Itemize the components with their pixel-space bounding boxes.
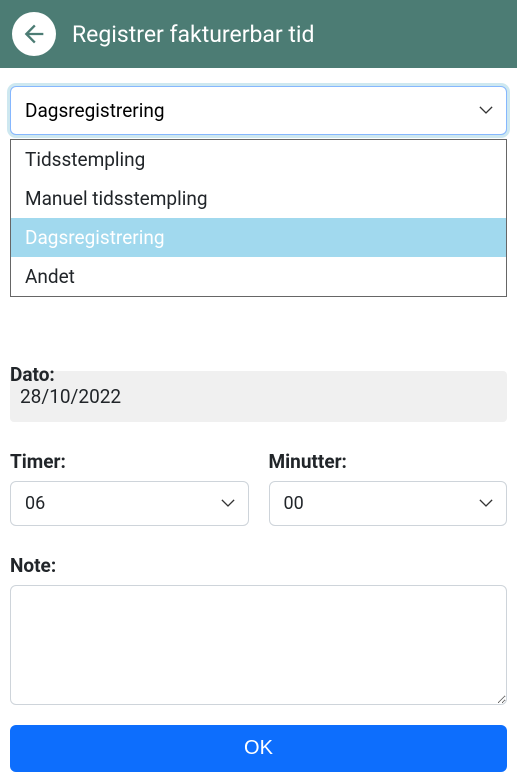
- dropdown-option-tidsstempling[interactable]: Tidsstempling: [11, 140, 506, 179]
- hours-label: Timer:: [10, 450, 249, 473]
- page-title: Registrer fakturerbar tid: [72, 21, 315, 48]
- dropdown-option-dagsregistrering[interactable]: Dagsregistrering: [11, 218, 506, 257]
- type-dropdown-panel: Tidsstempling Manuel tidsstempling Dagsr…: [10, 139, 507, 297]
- date-field[interactable]: 28/10/2022: [10, 371, 507, 422]
- type-select[interactable]: Dagsregistrering: [10, 86, 507, 135]
- arrow-left-icon: [20, 20, 48, 48]
- note-label: Note:: [10, 554, 507, 577]
- minutes-col: Minutter: 00: [269, 450, 508, 526]
- back-button[interactable]: [12, 12, 56, 56]
- note-textarea[interactable]: [10, 585, 507, 705]
- type-select-wrapper: Dagsregistrering Tidsstempling Manuel ti…: [10, 86, 507, 135]
- note-group: Note:: [10, 554, 507, 709]
- ok-button[interactable]: OK: [10, 725, 507, 772]
- dropdown-option-andet[interactable]: Andet: [11, 257, 506, 296]
- form-content: Dagsregistrering Tidsstempling Manuel ti…: [0, 68, 517, 782]
- minutes-select[interactable]: 00: [269, 481, 508, 526]
- date-group: 28/10/2022: [10, 371, 507, 422]
- time-row: Timer: 06 Minutter: 00: [10, 450, 507, 526]
- app-header: Registrer fakturerbar tid: [0, 0, 517, 68]
- dropdown-option-manuel[interactable]: Manuel tidsstempling: [11, 179, 506, 218]
- hours-col: Timer: 06: [10, 450, 249, 526]
- minutes-label: Minutter:: [269, 450, 508, 473]
- hours-select[interactable]: 06: [10, 481, 249, 526]
- date-label: Dato:: [10, 363, 55, 386]
